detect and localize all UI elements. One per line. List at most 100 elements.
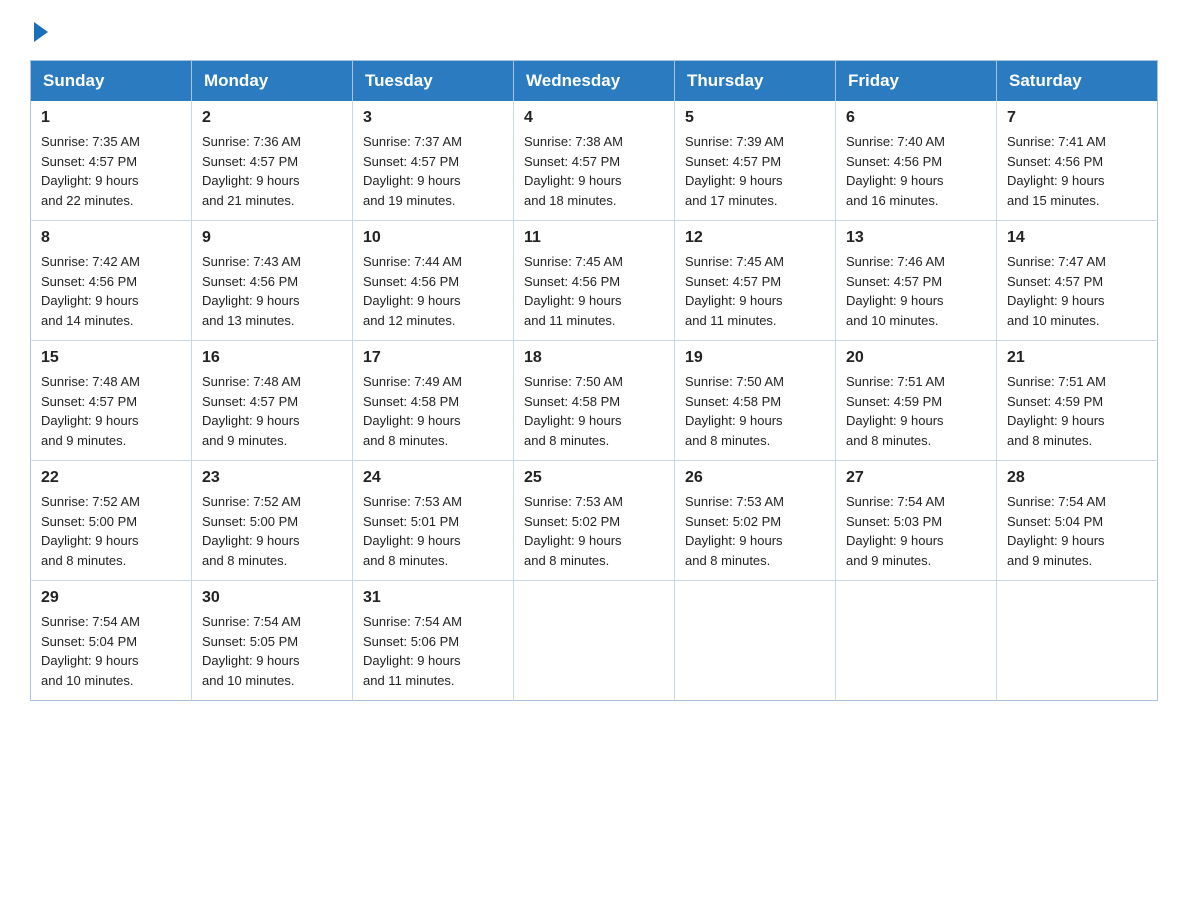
day-info: Sunrise: 7:44 AMSunset: 4:56 PMDaylight:… (363, 252, 503, 330)
calendar-day-cell: 20 Sunrise: 7:51 AMSunset: 4:59 PMDayligh… (836, 341, 997, 461)
day-number: 30 (202, 589, 342, 607)
day-info: Sunrise: 7:40 AMSunset: 4:56 PMDaylight:… (846, 132, 986, 210)
day-number: 15 (41, 349, 181, 367)
calendar-day-cell (675, 581, 836, 701)
day-number: 20 (846, 349, 986, 367)
calendar-day-cell (514, 581, 675, 701)
day-info: Sunrise: 7:38 AMSunset: 4:57 PMDaylight:… (524, 132, 664, 210)
logo (30, 20, 48, 42)
calendar-header-sunday: Sunday (31, 61, 192, 102)
day-number: 29 (41, 589, 181, 607)
day-number: 13 (846, 229, 986, 247)
calendar-day-cell: 30 Sunrise: 7:54 AMSunset: 5:05 PMDayligh… (192, 581, 353, 701)
day-info: Sunrise: 7:49 AMSunset: 4:58 PMDaylight:… (363, 372, 503, 450)
calendar-day-cell: 26Sunrise: 7:53 AMSunset: 5:02 PMDayligh… (675, 461, 836, 581)
day-info: Sunrise: 7:35 AMSunset: 4:57 PMDaylight:… (41, 132, 181, 210)
calendar-day-cell: 15 Sunrise: 7:48 AMSunset: 4:57 PMDayligh… (31, 341, 192, 461)
day-number: 4 (524, 109, 664, 127)
calendar-day-cell: 22 Sunrise: 7:52 AMSunset: 5:00 PMDayligh… (31, 461, 192, 581)
calendar-table: SundayMondayTuesdayWednesdayThursdayFrid… (30, 60, 1158, 701)
calendar-day-cell: 5 Sunrise: 7:39 AMSunset: 4:57 PMDaylight… (675, 101, 836, 221)
day-info: Sunrise: 7:50 AMSunset: 4:58 PMDaylight:… (524, 372, 664, 450)
day-number: 3 (363, 109, 503, 127)
calendar-day-cell: 24Sunrise: 7:53 AMSunset: 5:01 PMDayligh… (353, 461, 514, 581)
day-number: 31 (363, 589, 503, 607)
calendar-day-cell: 13 Sunrise: 7:46 AMSunset: 4:57 PMDayligh… (836, 221, 997, 341)
day-info: Sunrise: 7:47 AMSunset: 4:57 PMDaylight:… (1007, 252, 1147, 330)
day-number: 27 (846, 469, 986, 487)
day-info: Sunrise: 7:36 AMSunset: 4:57 PMDaylight:… (202, 132, 342, 210)
day-number: 5 (685, 109, 825, 127)
day-info: Sunrise: 7:43 AMSunset: 4:56 PMDaylight:… (202, 252, 342, 330)
calendar-day-cell: 3 Sunrise: 7:37 AMSunset: 4:57 PMDaylight… (353, 101, 514, 221)
calendar-day-cell: 29 Sunrise: 7:54 AMSunset: 5:04 PMDayligh… (31, 581, 192, 701)
day-info: Sunrise: 7:50 AMSunset: 4:58 PMDaylight:… (685, 372, 825, 450)
day-number: 8 (41, 229, 181, 247)
calendar-day-cell: 6 Sunrise: 7:40 AMSunset: 4:56 PMDaylight… (836, 101, 997, 221)
day-info: Sunrise: 7:52 AMSunset: 5:00 PMDaylight:… (202, 492, 342, 570)
calendar-header-friday: Friday (836, 61, 997, 102)
calendar-day-cell: 2 Sunrise: 7:36 AMSunset: 4:57 PMDaylight… (192, 101, 353, 221)
day-number: 28 (1007, 469, 1147, 487)
calendar-header-wednesday: Wednesday (514, 61, 675, 102)
calendar-day-cell: 25Sunrise: 7:53 AMSunset: 5:02 PMDayligh… (514, 461, 675, 581)
day-number: 14 (1007, 229, 1147, 247)
day-number: 9 (202, 229, 342, 247)
day-info: Sunrise: 7:39 AMSunset: 4:57 PMDaylight:… (685, 132, 825, 210)
day-number: 12 (685, 229, 825, 247)
day-info: Sunrise: 7:53 AMSunset: 5:01 PMDaylight:… (363, 492, 503, 570)
day-info: Sunrise: 7:41 AMSunset: 4:56 PMDaylight:… (1007, 132, 1147, 210)
day-number: 21 (1007, 349, 1147, 367)
calendar-day-cell: 27Sunrise: 7:54 AMSunset: 5:03 PMDayligh… (836, 461, 997, 581)
day-number: 6 (846, 109, 986, 127)
day-number: 23 (202, 469, 342, 487)
calendar-day-cell: 9 Sunrise: 7:43 AMSunset: 4:56 PMDaylight… (192, 221, 353, 341)
calendar-header-monday: Monday (192, 61, 353, 102)
calendar-day-cell: 31Sunrise: 7:54 AMSunset: 5:06 PMDayligh… (353, 581, 514, 701)
calendar-day-cell: 14 Sunrise: 7:47 AMSunset: 4:57 PMDayligh… (997, 221, 1158, 341)
day-info: Sunrise: 7:54 AMSunset: 5:05 PMDaylight:… (202, 612, 342, 690)
day-info: Sunrise: 7:45 AMSunset: 4:57 PMDaylight:… (685, 252, 825, 330)
calendar-day-cell: 28 Sunrise: 7:54 AMSunset: 5:04 PMDayligh… (997, 461, 1158, 581)
day-info: Sunrise: 7:42 AMSunset: 4:56 PMDaylight:… (41, 252, 181, 330)
day-info: Sunrise: 7:51 AMSunset: 4:59 PMDaylight:… (846, 372, 986, 450)
day-number: 25 (524, 469, 664, 487)
day-number: 17 (363, 349, 503, 367)
calendar-week-row: 15 Sunrise: 7:48 AMSunset: 4:57 PMDayligh… (31, 341, 1158, 461)
calendar-day-cell: 12 Sunrise: 7:45 AMSunset: 4:57 PMDayligh… (675, 221, 836, 341)
day-info: Sunrise: 7:52 AMSunset: 5:00 PMDaylight:… (41, 492, 181, 570)
day-info: Sunrise: 7:54 AMSunset: 5:04 PMDaylight:… (1007, 492, 1147, 570)
calendar-header-saturday: Saturday (997, 61, 1158, 102)
page-header (30, 20, 1158, 42)
calendar-day-cell: 16Sunrise: 7:48 AMSunset: 4:57 PMDayligh… (192, 341, 353, 461)
day-number: 26 (685, 469, 825, 487)
calendar-header-tuesday: Tuesday (353, 61, 514, 102)
calendar-day-cell: 10 Sunrise: 7:44 AMSunset: 4:56 PMDayligh… (353, 221, 514, 341)
calendar-week-row: 29 Sunrise: 7:54 AMSunset: 5:04 PMDayligh… (31, 581, 1158, 701)
calendar-day-cell: 4 Sunrise: 7:38 AMSunset: 4:57 PMDaylight… (514, 101, 675, 221)
calendar-header-thursday: Thursday (675, 61, 836, 102)
day-info: Sunrise: 7:48 AMSunset: 4:57 PMDaylight:… (202, 372, 342, 450)
day-info: Sunrise: 7:37 AMSunset: 4:57 PMDaylight:… (363, 132, 503, 210)
day-number: 1 (41, 109, 181, 127)
day-info: Sunrise: 7:51 AMSunset: 4:59 PMDaylight:… (1007, 372, 1147, 450)
calendar-day-cell: 7 Sunrise: 7:41 AMSunset: 4:56 PMDaylight… (997, 101, 1158, 221)
calendar-week-row: 8 Sunrise: 7:42 AMSunset: 4:56 PMDaylight… (31, 221, 1158, 341)
day-info: Sunrise: 7:45 AMSunset: 4:56 PMDaylight:… (524, 252, 664, 330)
day-info: Sunrise: 7:54 AMSunset: 5:04 PMDaylight:… (41, 612, 181, 690)
calendar-day-cell (997, 581, 1158, 701)
day-info: Sunrise: 7:46 AMSunset: 4:57 PMDaylight:… (846, 252, 986, 330)
calendar-header-row: SundayMondayTuesdayWednesdayThursdayFrid… (31, 61, 1158, 102)
day-number: 18 (524, 349, 664, 367)
day-number: 7 (1007, 109, 1147, 127)
calendar-week-row: 1 Sunrise: 7:35 AMSunset: 4:57 PMDaylight… (31, 101, 1158, 221)
day-number: 2 (202, 109, 342, 127)
calendar-day-cell: 19Sunrise: 7:50 AMSunset: 4:58 PMDayligh… (675, 341, 836, 461)
day-number: 10 (363, 229, 503, 247)
calendar-day-cell: 21 Sunrise: 7:51 AMSunset: 4:59 PMDayligh… (997, 341, 1158, 461)
day-info: Sunrise: 7:48 AMSunset: 4:57 PMDaylight:… (41, 372, 181, 450)
calendar-day-cell: 18 Sunrise: 7:50 AMSunset: 4:58 PMDayligh… (514, 341, 675, 461)
day-number: 11 (524, 229, 664, 247)
day-number: 22 (41, 469, 181, 487)
calendar-day-cell: 17 Sunrise: 7:49 AMSunset: 4:58 PMDayligh… (353, 341, 514, 461)
